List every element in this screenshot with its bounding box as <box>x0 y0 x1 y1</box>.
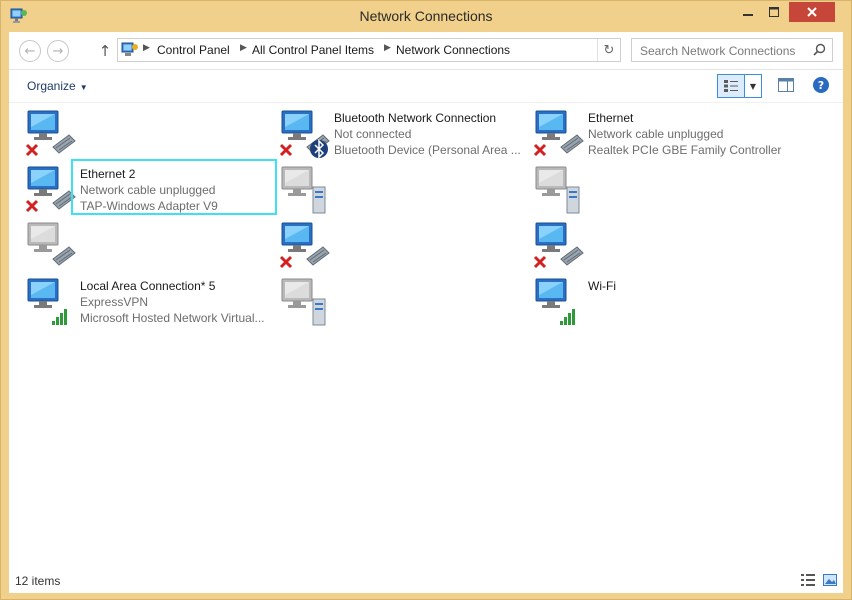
window-title: Network Connections <box>359 8 493 24</box>
disconnected-adapter-icon[interactable] <box>279 219 331 271</box>
connection-item[interactable]: Wi-Fi <box>588 278 616 294</box>
connection-item[interactable]: Ethernet 2 Network cable unplugged TAP-Win… <box>80 166 218 214</box>
connections-list: Bluetooth Network Connection Not connecte… <box>9 103 843 565</box>
connection-status: ExpressVPN <box>80 295 149 309</box>
control-panel-icon <box>121 42 138 56</box>
explorer-client-area: ← → ↑ ▶ Control Panel ▶ All Control Pane… <box>9 32 843 593</box>
disconnected-adapter-icon[interactable] <box>25 163 77 215</box>
disconnected-adapter-icon[interactable] <box>533 107 585 159</box>
connection-name: Ethernet <box>588 111 634 125</box>
help-button[interactable]: ? <box>813 77 829 93</box>
connection-item[interactable]: Local Area Connection* 5 ExpressVPN Micros… <box>80 278 265 326</box>
connection-device: Bluetooth Device (Personal Area ... <box>334 143 521 157</box>
connection-device: Microsoft Hosted Network Virtual... <box>80 311 265 325</box>
window-frame: Network Connections ← → ↑ ▶ Control Pane… <box>0 0 852 600</box>
maximize-icon <box>769 7 779 17</box>
up-arrow-icon: ↑ <box>98 42 112 60</box>
details-view-toggle-icon[interactable] <box>801 574 815 586</box>
forward-button[interactable]: → <box>47 40 69 62</box>
disconnected-adapter-icon[interactable] <box>533 219 585 271</box>
refresh-icon: ↻ <box>603 42 615 58</box>
details-view-icon <box>724 80 738 92</box>
wifi-adapter-icon[interactable] <box>533 275 585 327</box>
connection-status: Network cable unplugged <box>588 127 724 141</box>
breadcrumb-separator-icon: ▶ <box>240 43 247 53</box>
item-count: 12 items <box>15 574 61 588</box>
connection-item[interactable]: Ethernet Network cable unplugged Realtek P… <box>588 110 781 158</box>
navigation-bar: ← → ↑ ▶ Control Panel ▶ All Control Pane… <box>9 32 843 70</box>
search-icon[interactable] <box>813 43 826 56</box>
forward-arrow-icon: → <box>52 43 64 59</box>
search-input[interactable] <box>638 41 812 61</box>
command-bar: Organize ▼ ▼ ? <box>9 70 843 103</box>
disabled-adapter-icon[interactable] <box>279 275 331 327</box>
change-view-button[interactable] <box>717 74 745 98</box>
minimize-button[interactable] <box>735 2 761 22</box>
connection-name: Ethernet 2 <box>80 167 136 181</box>
close-button[interactable] <box>789 2 835 22</box>
organize-menu[interactable]: Organize ▼ <box>27 79 88 93</box>
maximize-button[interactable] <box>761 2 787 22</box>
bluetooth-adapter-icon[interactable] <box>279 107 331 159</box>
chevron-down-icon: ▼ <box>749 81 757 91</box>
status-bar: 12 items <box>9 571 843 593</box>
disabled-adapter-icon[interactable] <box>533 163 585 215</box>
title-bar[interactable]: Network Connections <box>1 1 851 32</box>
connection-status: Not connected <box>334 127 412 141</box>
disabled-adapter-icon[interactable] <box>25 219 77 271</box>
disconnected-adapter-icon[interactable] <box>25 107 77 159</box>
connection-device: Realtek PCIe GBE Family Controller <box>588 143 782 157</box>
preview-pane-icon[interactable] <box>777 76 795 94</box>
back-button[interactable]: ← <box>19 40 41 62</box>
organize-label: Organize <box>27 79 76 93</box>
view-options-dropdown[interactable]: ▼ <box>745 74 762 98</box>
breadcrumb-separator-icon: ▶ <box>384 43 391 53</box>
connection-item[interactable]: Bluetooth Network Connection Not connecte… <box>334 110 521 158</box>
search-box <box>631 38 833 62</box>
back-arrow-icon: ← <box>24 43 36 59</box>
refresh-button[interactable]: ↻ <box>597 39 620 61</box>
wifi-adapter-icon[interactable] <box>25 275 77 327</box>
connection-status: Network cable unplugged <box>80 183 216 197</box>
minimize-icon <box>743 14 753 16</box>
breadcrumb-separator-icon: ▶ <box>143 43 150 53</box>
tiles-view-toggle-icon[interactable] <box>823 574 837 586</box>
connection-name: Bluetooth Network Connection <box>334 111 497 125</box>
address-bar[interactable]: ▶ Control Panel ▶ All Control Panel Item… <box>117 38 621 62</box>
connection-name: Local Area Connection* 5 <box>80 279 216 293</box>
chevron-down-icon: ▼ <box>79 83 88 92</box>
breadcrumb-all-items[interactable]: All Control Panel Items <box>252 43 374 57</box>
connection-name: Wi-Fi <box>588 279 616 293</box>
connection-device: TAP-Windows Adapter V9 <box>80 199 218 213</box>
up-button[interactable]: ↑ <box>97 40 113 62</box>
breadcrumb-control-panel[interactable]: Control Panel <box>157 43 230 57</box>
help-icon: ? <box>817 78 825 92</box>
breadcrumb-network-connections[interactable]: Network Connections <box>396 43 510 57</box>
disabled-adapter-icon[interactable] <box>279 163 331 215</box>
close-icon <box>807 7 817 17</box>
